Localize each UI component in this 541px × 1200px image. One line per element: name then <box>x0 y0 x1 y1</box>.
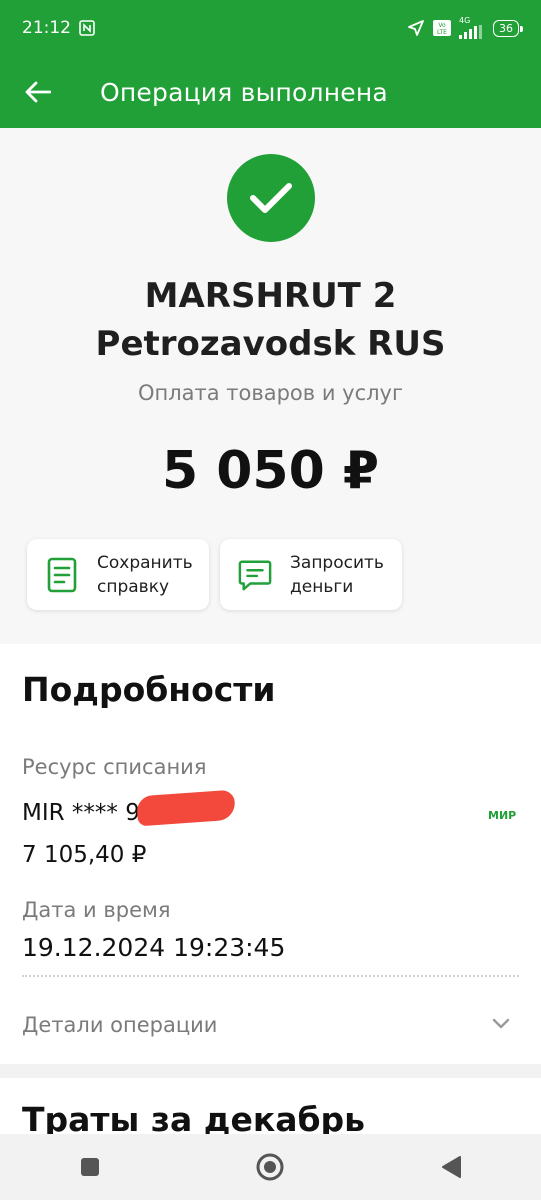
square-icon <box>81 1158 100 1176</box>
operation-amount: 5 050 ₽ <box>161 441 380 501</box>
card-balance: 7 105,40 ₽ <box>22 842 147 868</box>
operation-summary: MARSHRUT 2 Petrozavodsk RUS Оплата товар… <box>0 128 541 644</box>
save-receipt-label: Сохранить справку <box>97 552 193 597</box>
home-button[interactable] <box>240 1137 300 1197</box>
arrow-left-icon <box>25 81 51 103</box>
request-money-label: Запросить деньги <box>290 552 384 597</box>
operation-details-toggle[interactable]: Детали операции <box>22 1013 217 1037</box>
mir-logo: МИР <box>488 809 517 822</box>
request-money-button[interactable]: Запросить деньги <box>220 539 402 610</box>
section-gap <box>0 1064 541 1078</box>
operation-type: Оплата товаров и услуг <box>137 381 404 405</box>
status-bar: 21:12 Vo LTE 4G 36 <box>0 0 541 56</box>
back-button[interactable] <box>0 56 76 128</box>
document-icon <box>45 557 79 593</box>
app-bar: Операция выполнена <box>0 56 541 128</box>
spending-section: Траты за декабрь <box>0 1078 541 1134</box>
system-nav-bar <box>0 1134 541 1200</box>
back-nav-button[interactable] <box>421 1137 481 1197</box>
svg-text:LTE: LTE <box>437 29 447 36</box>
page-title: Операция выполнена <box>100 77 388 107</box>
save-receipt-button[interactable]: Сохранить справку <box>27 539 209 610</box>
circle-icon <box>256 1153 284 1181</box>
chevron-down-icon[interactable] <box>491 1017 511 1031</box>
spending-title: Траты за декабрь <box>22 1100 366 1134</box>
network-type: 4G <box>459 16 471 25</box>
location-arrow-icon <box>407 19 425 37</box>
details-title: Подробности <box>22 670 276 709</box>
datetime-label: Дата и время <box>22 898 171 922</box>
divider <box>22 975 519 977</box>
card-number: MIR **** 9 <box>22 800 140 826</box>
triangle-back-icon <box>441 1156 461 1178</box>
signal-icon: 4G <box>459 17 485 39</box>
battery-icon: 36 <box>493 19 523 37</box>
merchant-location: Petrozavodsk RUS <box>95 324 446 364</box>
battery-level: 36 <box>499 21 513 35</box>
merchant-name: MARSHRUT 2 <box>144 276 397 316</box>
status-time: 21:12 <box>22 18 71 38</box>
message-icon <box>238 558 272 592</box>
resource-label: Ресурс списания <box>22 755 207 779</box>
datetime-value: 19.12.2024 19:23:45 <box>22 933 286 962</box>
check-circle-icon <box>227 154 315 242</box>
recent-apps-button[interactable] <box>60 1137 120 1197</box>
volte-icon: Vo LTE <box>433 20 451 36</box>
details-section: Подробности Ресурс списания MIR **** 9 М… <box>0 644 541 1064</box>
redaction-mark <box>136 789 236 827</box>
svg-text:Vo: Vo <box>438 22 446 29</box>
nfc-icon <box>79 20 95 36</box>
